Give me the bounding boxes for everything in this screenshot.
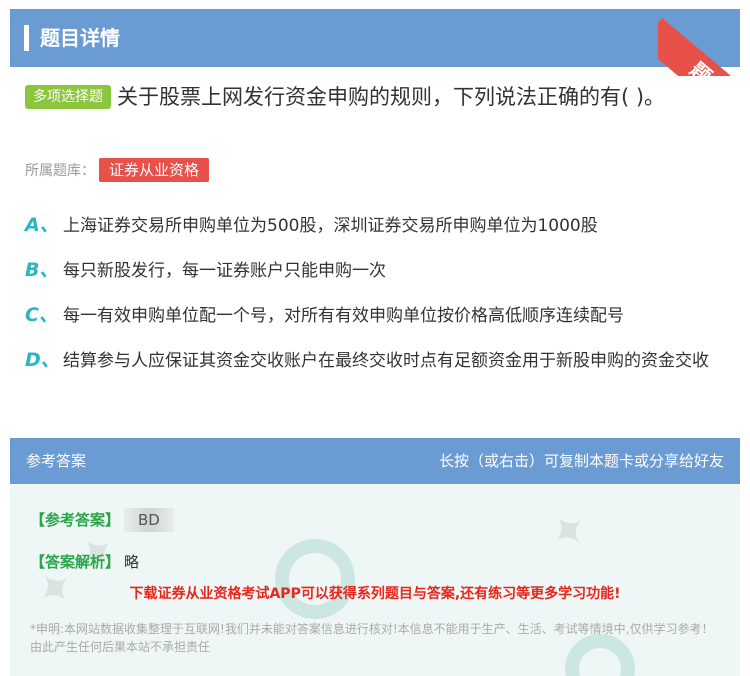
option-d[interactable]: D、 结算参与人应保证其资金交收账户在最终交收时点有足额资金用于新股申购的资金交收 [25, 345, 725, 376]
answer-body: ✦ ✦ ✦ 【参考答案】 BD 【答案解析】略 下载证券从业资格考试APP可以获得… [10, 484, 740, 676]
watermark-logo-icon: ✦ [537, 497, 602, 565]
option-letter: C、 [25, 304, 58, 326]
question-bank-row: 所属题库： 证券从业资格 [25, 158, 210, 182]
option-text: 每一有效申购单位配一个号，对所有有效申购单位按价格高低顺序连续配号 [63, 306, 624, 326]
ribbon-label: 题卡 [658, 18, 750, 76]
app-download-link[interactable]: 下载证券从业资格考试APP可以获得系列题目与答案,还有练习等更多学习功能! [10, 584, 740, 604]
analysis-row: 【答案解析】略 [30, 550, 139, 574]
option-a[interactable]: A、 上海证券交易所申购单位为500股，深圳证券交易所申购单位为1000股 [25, 210, 725, 241]
bank-label: 所属题库： [25, 163, 95, 179]
option-text: 每只新股发行，每一证券账户只能申购一次 [63, 261, 386, 281]
option-text: 上海证券交易所申购单位为500股，深圳证券交易所申购单位为1000股 [63, 216, 598, 236]
analysis-value: 略 [124, 553, 140, 571]
answer-section-title: 参考答案 [26, 452, 87, 470]
page-title: 题目详情 [40, 26, 120, 50]
reference-answer-row: 【参考答案】 BD [30, 508, 174, 532]
option-letter: D、 [25, 349, 60, 371]
copy-share-hint: 长按（或右击）可复制本题卡或分享给好友 [438, 452, 724, 470]
answer-label: 【参考答案】 [30, 511, 121, 529]
option-letter: A、 [25, 214, 59, 236]
watermark-logo-icon [275, 539, 355, 619]
option-b[interactable]: B、 每只新股发行，每一证券账户只能申购一次 [25, 255, 725, 286]
question-text-row: 多项选择题 关于股票上网发行资金申购的规则，下列说法正确的有( )。 [25, 80, 725, 114]
page-header: 题目详情 [10, 9, 740, 67]
bank-tag[interactable]: 证券从业资格 [99, 158, 210, 182]
option-text: 结算参与人应保证其资金交收账户在最终交收时点有足额资金用于新股申购的资金交收 [63, 351, 709, 371]
option-c[interactable]: C、 每一有效申购单位配一个号，对所有有效申购单位按价格高低顺序连续配号 [25, 300, 725, 331]
disclaimer-text: *申明:本网站数据收集整理于互联网!我们并未能对答案信息进行核对!本信息不能用于… [30, 622, 714, 654]
answer-value: BD [124, 508, 174, 532]
corner-ribbon: 题卡 [658, 0, 750, 76]
question-block: 多项选择题 关于股票上网发行资金申购的规则，下列说法正确的有( )。 [25, 80, 725, 114]
option-letter: B、 [25, 259, 59, 281]
analysis-label: 【答案解析】 [30, 553, 121, 571]
question-text: 关于股票上网发行资金申购的规则，下列说法正确的有( )。 [117, 85, 666, 109]
header-accent-bar [24, 25, 29, 51]
question-type-badge: 多项选择题 [25, 85, 111, 109]
answer-section-header: 参考答案 长按（或右击）可复制本题卡或分享给好友 [10, 438, 740, 484]
